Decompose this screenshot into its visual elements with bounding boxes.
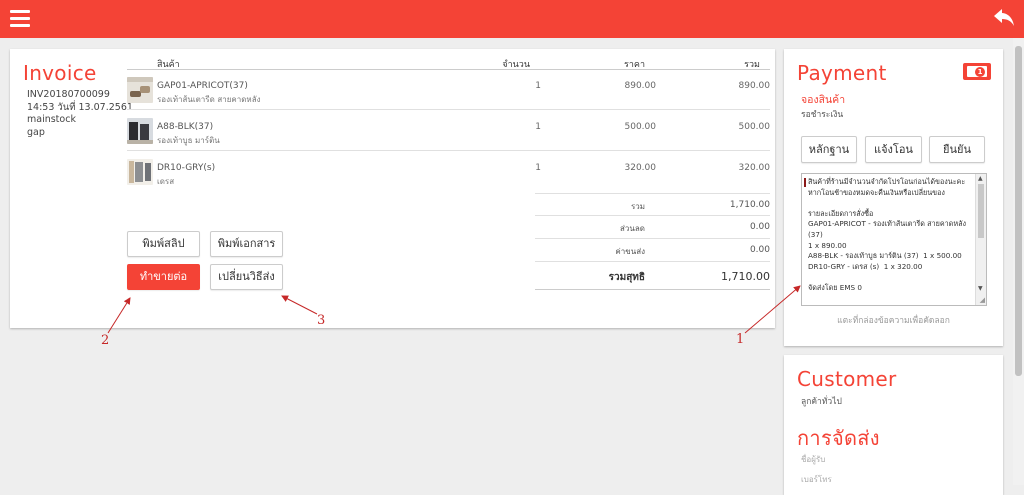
- product-total: 320.00: [738, 163, 771, 173]
- product-name: DR10-GRY(s): [157, 163, 216, 173]
- order-status: จองสินค้า: [801, 94, 846, 106]
- page-scrollbar[interactable]: [1013, 38, 1024, 485]
- resize-grip-icon[interactable]: ◢: [980, 297, 985, 304]
- product-name: A88-BLK(37): [157, 122, 214, 132]
- product-description: รองเท้าบูธ มาร์ติน: [157, 136, 220, 145]
- annotation-label-3: 3: [317, 313, 326, 328]
- product-total: 500.00: [738, 122, 771, 132]
- invoice-datetime: 14:53 วันที่ 13.07.2561: [27, 101, 133, 113]
- change-shipping-button[interactable]: เปลี่ยนวิธีส่ง: [210, 264, 283, 290]
- shipping-section-title: การจัดส่ง: [797, 426, 880, 450]
- invoice-shop: mainstock: [27, 114, 76, 125]
- product-description: เดรส: [157, 177, 175, 186]
- copy-hint-text: แตะที่กล่องข้อความเพื่อคัดลอก: [837, 316, 950, 326]
- annotation-label-1: 1: [736, 332, 745, 347]
- product-price: 320.00: [624, 163, 657, 173]
- discount-value: 0.00: [749, 222, 770, 232]
- table-row: GAP01-APRICOT(37) รองเท้าส้นเตารีด สายคา…: [127, 70, 770, 110]
- shipping-value: 0.00: [749, 245, 770, 255]
- continue-selling-button[interactable]: ทำขายต่อ: [127, 264, 200, 290]
- summary-bottom-divider: [535, 289, 770, 290]
- page-scrollbar-thumb[interactable]: [1015, 46, 1022, 376]
- invoice-meta: INV20180700099 14:53 วันที่ 13.07.2561 m…: [27, 89, 133, 139]
- payment-substatus: รอชำระเงิน: [801, 110, 844, 120]
- shipping-label: ค่าขนส่ง: [615, 247, 645, 256]
- scroll-up-arrow-icon[interactable]: ▲: [978, 176, 983, 182]
- subtotal-value: 1,710.00: [729, 200, 770, 210]
- product-thumbnail-image: [127, 159, 153, 185]
- invoice-title: Invoice: [23, 61, 97, 85]
- product-thumbnail-image: [127, 118, 153, 144]
- net-total-value: 1,710.00: [721, 270, 770, 283]
- print-document-button[interactable]: พิมพ์เอกสาร: [210, 231, 283, 257]
- notify-transfer-button[interactable]: แจ้งโอน: [865, 136, 922, 163]
- customer-title: Customer: [797, 367, 897, 391]
- customer-type: ลูกค้าทั่วไป: [801, 397, 842, 407]
- summary-subtotal-row: รวม 1,710.00: [535, 193, 770, 216]
- evidence-button[interactable]: หลักฐาน: [801, 136, 857, 163]
- confirm-button[interactable]: ยืนยัน: [929, 136, 985, 163]
- top-app-bar: [0, 0, 1024, 38]
- product-price: 500.00: [624, 122, 657, 132]
- textarea-scrollbar-thumb[interactable]: [978, 184, 984, 238]
- subtotal-label: รวม: [630, 202, 645, 211]
- product-qty: 1: [535, 122, 541, 132]
- phone-label: เบอร์โทร: [801, 475, 832, 484]
- money-bill-icon: 1: [963, 63, 991, 80]
- product-total: 890.00: [738, 81, 771, 91]
- hamburger-menu-icon[interactable]: [10, 10, 30, 27]
- order-message-text: สินค้าที่ร้านมีจำนวนจำกัดโปรโอนก่อนได้ขอ…: [808, 177, 966, 305]
- annotation-label-2: 2: [101, 333, 110, 348]
- summary-discount-row: ส่วนลด 0.00: [535, 216, 770, 239]
- product-description: รองเท้าส้นเตารีด สายคาดหลัง: [157, 95, 261, 104]
- summary-shipping-row: ค่าขนส่ง 0.00: [535, 239, 770, 262]
- invoice-card: Invoice INV20180700099 14:53 วันที่ 13.0…: [10, 49, 775, 328]
- payment-card: Payment 1 จองสินค้า รอชำระเงิน หลักฐาน แ…: [784, 49, 1003, 346]
- scroll-down-arrow-icon[interactable]: ▼: [978, 286, 983, 292]
- product-qty: 1: [535, 81, 541, 91]
- payment-title: Payment: [797, 61, 887, 85]
- net-total-label: รวมสุทธิ: [608, 272, 645, 283]
- product-thumbnail-image: [127, 77, 153, 103]
- invoice-number: INV20180700099: [27, 89, 110, 100]
- table-row: A88-BLK(37) รองเท้าบูธ มาร์ติน 1 500.00 …: [127, 111, 770, 151]
- invoice-brand: gap: [27, 126, 45, 138]
- discount-label: ส่วนลด: [620, 224, 645, 233]
- order-message-textarea[interactable]: สินค้าที่ร้านมีจำนวนจำกัดโปรโอนก่อนได้ขอ…: [801, 173, 987, 306]
- textarea-scrollbar[interactable]: ▲ ▼: [975, 174, 986, 305]
- print-slip-button[interactable]: พิมพ์สลิป: [127, 231, 200, 257]
- reply-back-icon[interactable]: [992, 5, 1016, 29]
- product-qty: 1: [535, 163, 541, 173]
- recipient-name-label: ชื่อผู้รับ: [801, 455, 826, 464]
- customer-card: Customer ลูกค้าทั่วไป การจัดส่ง ชื่อผู้ร…: [784, 355, 1003, 495]
- table-row: DR10-GRY(s) เดรส 1 320.00 320.00: [127, 152, 770, 192]
- product-price: 890.00: [624, 81, 657, 91]
- product-name: GAP01-APRICOT(37): [157, 81, 248, 91]
- summary-net-row: รวมสุทธิ 1,710.00: [535, 263, 770, 289]
